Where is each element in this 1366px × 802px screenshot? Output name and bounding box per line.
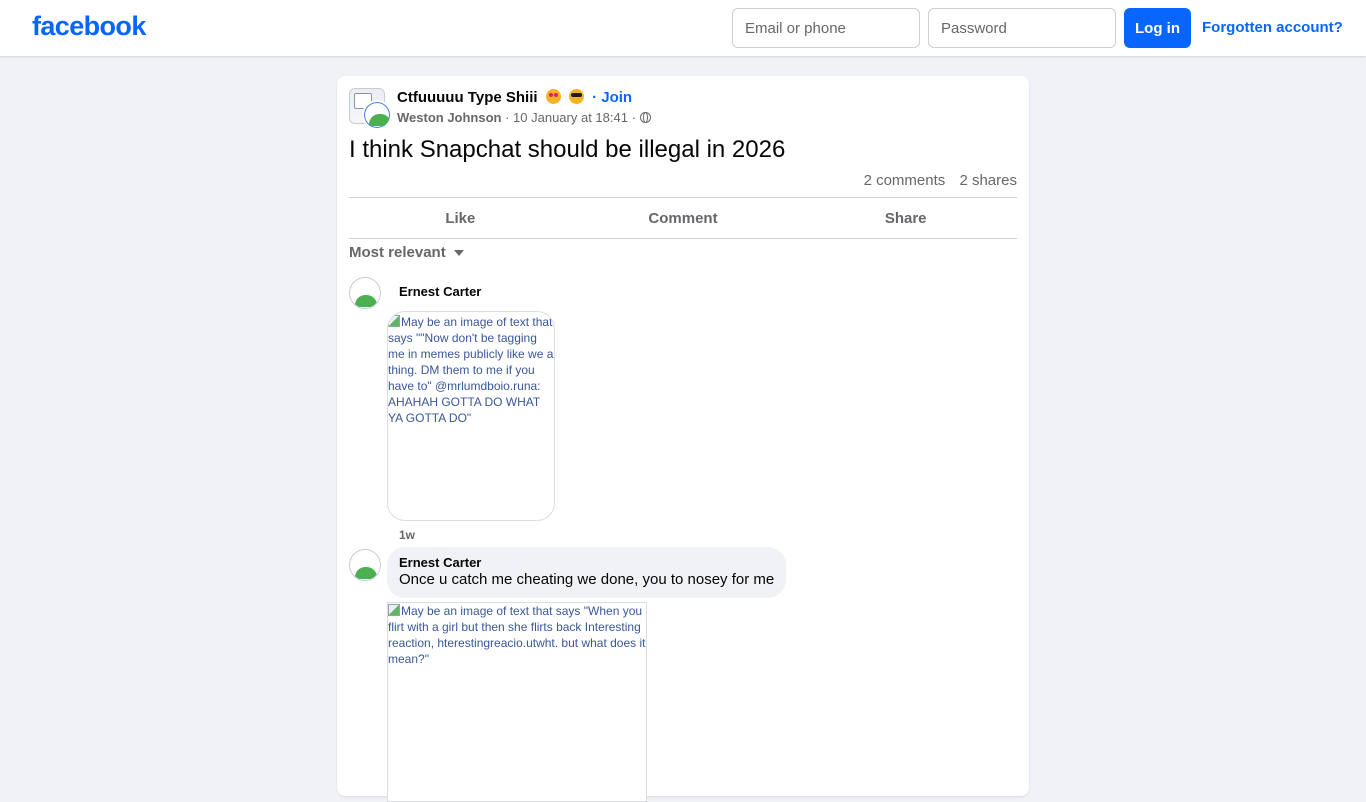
share-button[interactable]: Share (794, 198, 1017, 238)
comments-count[interactable]: 2 comments (864, 172, 946, 189)
broken-image-icon (388, 315, 400, 327)
comment-image[interactable]: May be an image of text that says "When … (387, 602, 647, 802)
comment-author[interactable]: Ernest Carter (399, 284, 481, 299)
top-bar: facebook Log in Forgotten account? (0, 0, 1366, 56)
image-alt-label: May be an image of text that says ""Now … (388, 315, 554, 425)
heart-eyes-emoji-icon (545, 89, 561, 104)
commenter-avatar[interactable] (349, 549, 381, 581)
author-avatar[interactable] (362, 100, 392, 130)
comment-text: Once u catch me cheating we done, you to… (399, 571, 775, 588)
image-alt-text: May be an image of text that says "When … (388, 603, 646, 667)
like-button[interactable]: Like (349, 198, 572, 238)
post-card: Ctfuuuuu Type Shiii · Join Weston Johnso… (337, 76, 1029, 802)
comment-button[interactable]: Comment (572, 198, 795, 238)
post-counts: 2 comments 2 shares (864, 172, 1017, 189)
sort-label: Most relevant (349, 244, 446, 261)
post-text: I think Snapchat should be illegal in 20… (349, 136, 786, 163)
login-button[interactable]: Log in (1124, 8, 1191, 48)
comment-bubble: Ernest Carter Once u catch me cheating w… (387, 547, 787, 598)
post-header-title: Ctfuuuuu Type Shiii · Join (397, 89, 632, 106)
post-meta: Weston Johnson · 10 January at 18:41 · (397, 110, 651, 125)
forgotten-account-link[interactable]: Forgotten account? (1202, 19, 1343, 36)
group-avatar[interactable] (349, 88, 392, 130)
comment-timestamp[interactable]: 1w (399, 528, 415, 542)
image-alt-label: May be an image of text that says "When … (388, 604, 646, 666)
sunglasses-emoji-icon (568, 89, 584, 104)
image-alt-text: May be an image of text that says ""Now … (388, 312, 554, 426)
facebook-logo[interactable]: facebook (32, 11, 146, 42)
comment-image[interactable]: May be an image of text that says ""Now … (387, 311, 555, 521)
globe-icon (639, 112, 651, 123)
email-field[interactable] (732, 8, 920, 48)
comment-author[interactable]: Ernest Carter (399, 555, 774, 570)
broken-image-icon (388, 604, 400, 616)
author-name-link[interactable]: Weston Johnson (397, 110, 501, 125)
post-actions: Like Comment Share (349, 198, 1017, 238)
join-link[interactable]: · Join (592, 89, 632, 106)
commenter-avatar[interactable] (349, 277, 381, 309)
password-field[interactable] (928, 8, 1116, 48)
caret-down-icon (453, 250, 464, 256)
shares-count[interactable]: 2 shares (959, 172, 1017, 189)
post-date[interactable]: · 10 January at 18:41 · (505, 110, 636, 125)
divider (349, 238, 1017, 239)
comment-sort-dropdown[interactable]: Most relevant (349, 244, 464, 261)
group-name-link[interactable]: Ctfuuuuu Type Shiii (397, 89, 538, 106)
